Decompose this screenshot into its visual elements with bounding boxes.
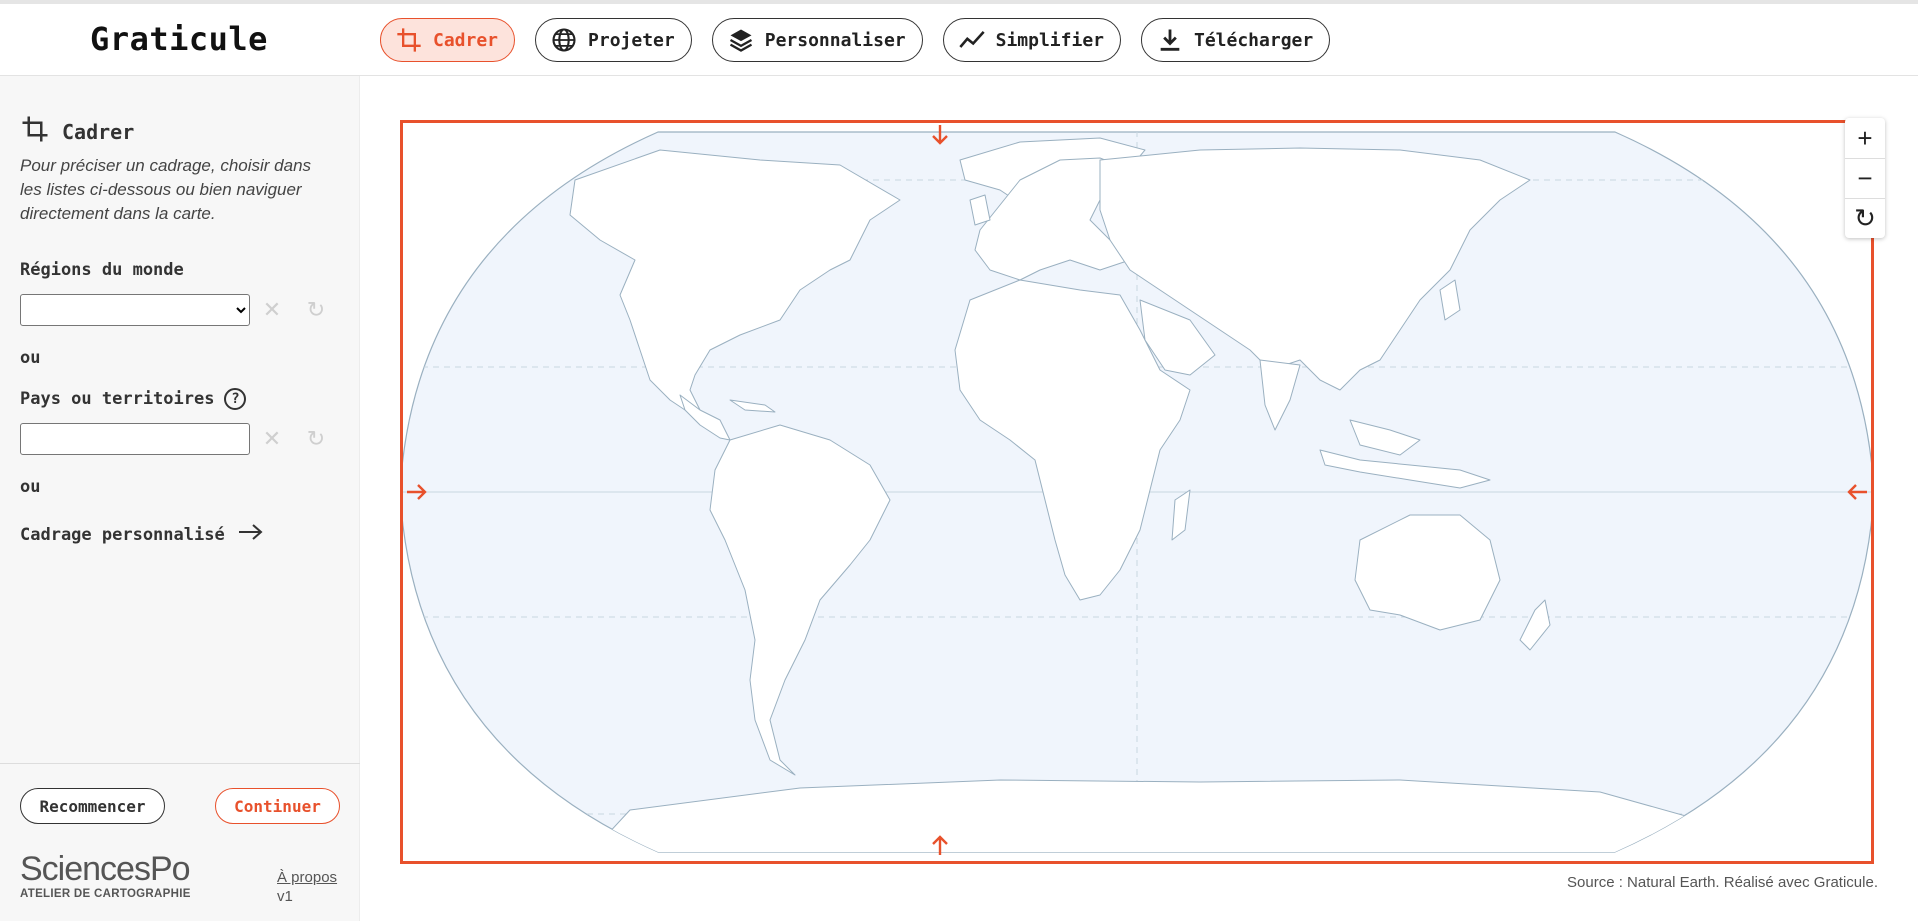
about-link[interactable]: À propos — [277, 869, 337, 886]
zoom-out-button[interactable]: − — [1845, 158, 1885, 198]
nav-projeter-button[interactable]: Projeter — [535, 18, 692, 62]
nav-simplifier-button[interactable]: Simplifier — [942, 18, 1121, 62]
panel-title: Cadrer — [20, 114, 134, 149]
app-header: Graticule Cadrer Projeter Personnaliser … — [0, 0, 1918, 76]
countries-label: Pays ou territoires — [20, 389, 215, 409]
countries-input-wrapper — [20, 423, 250, 455]
arrow-down-icon[interactable] — [927, 122, 953, 148]
map-area[interactable]: + − ↻ Source : Natural Earth. Réalisé av… — [360, 76, 1918, 921]
nav-cadrer-button[interactable]: Cadrer — [380, 18, 516, 62]
regions-select[interactable] — [21, 295, 249, 325]
source-attribution: Source : Natural Earth. Réalisé avec Gra… — [1567, 874, 1878, 891]
app-title: Graticule — [90, 20, 268, 58]
nav-personnaliser-label: Personnaliser — [764, 29, 906, 51]
zoom-in-button[interactable]: + — [1845, 118, 1885, 158]
countries-label-row: Pays ou territoires? — [20, 388, 247, 410]
zoom-controls: + − ↻ — [1845, 118, 1885, 238]
sciencespo-logo: SciencesPo ATELIER DE CARTOGRAPHIE — [20, 852, 191, 900]
panel-title-text: Cadrer — [62, 119, 135, 144]
nav-personnaliser-button[interactable]: Personnaliser — [711, 18, 923, 62]
nav-projeter-label: Projeter — [588, 29, 675, 51]
reset-view-button[interactable]: ↻ — [1845, 198, 1885, 238]
arrow-up-icon[interactable] — [927, 832, 953, 858]
clear-regions-icon[interactable]: ✕ — [260, 298, 284, 322]
layers-icon — [727, 26, 755, 54]
arrow-right-icon[interactable] — [404, 479, 430, 505]
nav-cadrer-label: Cadrer — [433, 29, 499, 51]
panel-description: Pour préciser un cadrage, choisir dans l… — [20, 156, 312, 223]
reset-regions-icon[interactable]: ↻ — [304, 298, 328, 322]
logo-sub-text: ATELIER DE CARTOGRAPHIE — [20, 888, 191, 900]
crop-icon — [395, 26, 423, 54]
reset-countries-icon[interactable]: ↻ — [304, 427, 328, 451]
trend-line-icon — [958, 26, 986, 54]
help-icon[interactable]: ? — [224, 388, 247, 410]
world-map[interactable] — [400, 120, 1874, 864]
nav-telecharger-button[interactable]: Télécharger — [1141, 18, 1331, 62]
globe-icon — [550, 26, 578, 54]
continue-button[interactable]: Continuer — [215, 788, 340, 824]
logo-main-text: SciencesPo — [20, 850, 191, 888]
nav-simplifier-label: Simplifier — [995, 29, 1104, 51]
sidebar: Cadrer Pour préciser un cadrage, choisir… — [0, 76, 360, 921]
crop-icon — [20, 114, 50, 149]
or-separator: ou — [20, 348, 41, 368]
countries-input[interactable] — [21, 424, 249, 454]
download-icon — [1156, 26, 1184, 54]
sidebar-footer: Recommencer Continuer SciencesPo ATELIER… — [0, 763, 360, 921]
arrow-right-icon — [237, 522, 265, 547]
clear-countries-icon[interactable]: ✕ — [260, 427, 284, 451]
custom-framing-label: Cadrage personnalisé — [20, 524, 225, 545]
or-separator: ou — [20, 477, 41, 497]
custom-framing-link[interactable]: Cadrage personnalisé — [20, 522, 265, 547]
nav-telecharger-label: Télécharger — [1194, 29, 1314, 51]
regions-label: Régions du monde — [20, 260, 184, 280]
main-nav: Cadrer Projeter Personnaliser Simplifier… — [380, 18, 1331, 62]
version-label: v1 — [277, 888, 293, 905]
arrow-left-icon[interactable] — [1844, 479, 1870, 505]
regions-select-wrapper — [20, 294, 250, 326]
restart-button[interactable]: Recommencer — [20, 788, 165, 824]
